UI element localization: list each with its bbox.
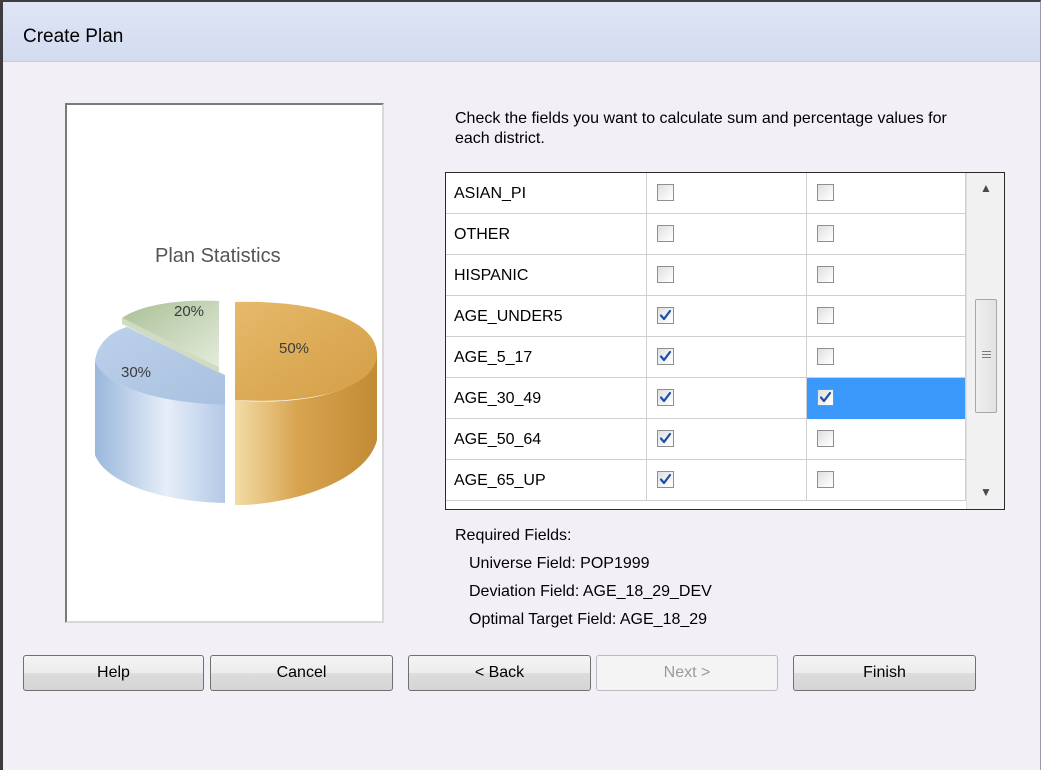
percent-cell[interactable] <box>807 337 966 378</box>
field-name-cell: ASIAN_PI <box>446 173 647 214</box>
field-name-cell: AGE_50_64 <box>446 419 647 460</box>
preview-panel: Plan Statistics 50% 30% 20% <box>65 103 384 623</box>
field-name-cell: AGE_5_17 <box>446 337 647 378</box>
percent-checkbox[interactable] <box>817 266 834 283</box>
finish-button[interactable]: Finish <box>793 655 976 691</box>
title-bar: Create Plan <box>3 2 1040 62</box>
grip-line <box>982 357 991 358</box>
percent-cell[interactable] <box>807 378 966 419</box>
field-name: AGE_30_49 <box>454 390 542 407</box>
sum-checkbox[interactable] <box>657 307 674 324</box>
slice-label-20: 20% <box>174 303 205 320</box>
table-row: AGE_50_64 <box>446 419 966 460</box>
sum-checkbox[interactable] <box>657 348 674 365</box>
deviation-field: Deviation Field: AGE_18_29_DEV <box>469 583 712 600</box>
percent-checkbox[interactable] <box>817 389 834 406</box>
plan-statistics-chart <box>95 300 377 505</box>
window-title: Create Plan <box>23 26 124 47</box>
required-heading: Required Fields: <box>455 527 572 544</box>
create-plan-dialog: Create Plan Plan Statistics 50% 30% 20% … <box>0 0 1041 770</box>
field-name: AGE_65_UP <box>454 472 546 489</box>
sum-cell[interactable] <box>647 255 807 296</box>
scroll-up-arrow-icon[interactable]: ▲ <box>978 181 994 195</box>
percent-cell[interactable] <box>807 173 966 214</box>
required-fields: Required Fields: Universe Field: POP1999… <box>455 522 712 634</box>
sum-checkbox[interactable] <box>657 430 674 447</box>
field-name: ASIAN_PI <box>454 185 527 202</box>
percent-cell[interactable] <box>807 255 966 296</box>
slice-label-30: 30% <box>121 364 152 381</box>
universe-field: Universe Field: POP1999 <box>469 555 650 572</box>
field-name-cell: AGE_65_UP <box>446 460 647 501</box>
sum-checkbox[interactable] <box>657 471 674 488</box>
table-row: AGE_30_49 <box>446 378 966 419</box>
field-name-cell: AGE_30_49 <box>446 378 647 419</box>
table-row: AGE_5_17 <box>446 337 966 378</box>
field-name: OTHER <box>454 226 510 243</box>
sum-cell[interactable] <box>647 460 807 501</box>
chart-title: Plan Statistics <box>155 245 281 267</box>
percent-checkbox[interactable] <box>817 430 834 447</box>
target-field: Optimal Target Field: AGE_18_29 <box>469 611 708 628</box>
percent-checkbox[interactable] <box>817 348 834 365</box>
percent-cell[interactable] <box>807 460 966 501</box>
instructions-text: Check the fields you want to calculate s… <box>455 110 947 147</box>
sum-cell[interactable] <box>647 214 807 255</box>
scroll-down-arrow-icon[interactable]: ▼ <box>978 485 994 499</box>
percent-checkbox[interactable] <box>817 307 834 324</box>
sum-cell[interactable] <box>647 419 807 460</box>
slice-label-50: 50% <box>279 340 310 357</box>
next-button[interactable]: Next > <box>596 655 778 691</box>
field-name: AGE_UNDER5 <box>454 308 563 325</box>
table-row: HISPANIC <box>446 255 966 296</box>
sum-cell[interactable] <box>647 296 807 337</box>
table-row: OTHER <box>446 214 966 255</box>
sum-cell[interactable] <box>647 173 807 214</box>
percent-cell[interactable] <box>807 419 966 460</box>
sum-cell[interactable] <box>647 337 807 378</box>
vertical-scrollbar[interactable]: ▲ ▼ <box>966 173 1004 509</box>
table-row: AGE_UNDER5 <box>446 296 966 337</box>
percent-checkbox[interactable] <box>817 225 834 242</box>
percent-checkbox[interactable] <box>817 184 834 201</box>
field-name: AGE_5_17 <box>454 349 533 366</box>
sum-checkbox[interactable] <box>657 184 674 201</box>
field-name-cell: OTHER <box>446 214 647 255</box>
sum-cell[interactable] <box>647 378 807 419</box>
sum-checkbox[interactable] <box>657 266 674 283</box>
back-button[interactable]: < Back <box>408 655 591 691</box>
percent-cell[interactable] <box>807 296 966 337</box>
sum-checkbox[interactable] <box>657 389 674 406</box>
grip-line <box>982 354 991 355</box>
percent-cell[interactable] <box>807 214 966 255</box>
field-name-cell: AGE_UNDER5 <box>446 296 647 337</box>
table-row: AGE_65_UP <box>446 460 966 501</box>
table-row: ASIAN_PI <box>446 173 966 214</box>
sum-checkbox[interactable] <box>657 225 674 242</box>
scrollbar-thumb[interactable] <box>975 299 997 413</box>
cancel-button[interactable]: Cancel <box>210 655 393 691</box>
help-button[interactable]: Help <box>23 655 204 691</box>
field-name: HISPANIC <box>454 267 529 284</box>
field-name: AGE_50_64 <box>454 431 542 448</box>
percent-checkbox[interactable] <box>817 471 834 488</box>
grip-line <box>982 351 991 352</box>
fields-grid: ASIAN_PI OTHER HISPANIC AGE_UNDER5 AGE_5… <box>445 172 1005 510</box>
field-name-cell: HISPANIC <box>446 255 647 296</box>
